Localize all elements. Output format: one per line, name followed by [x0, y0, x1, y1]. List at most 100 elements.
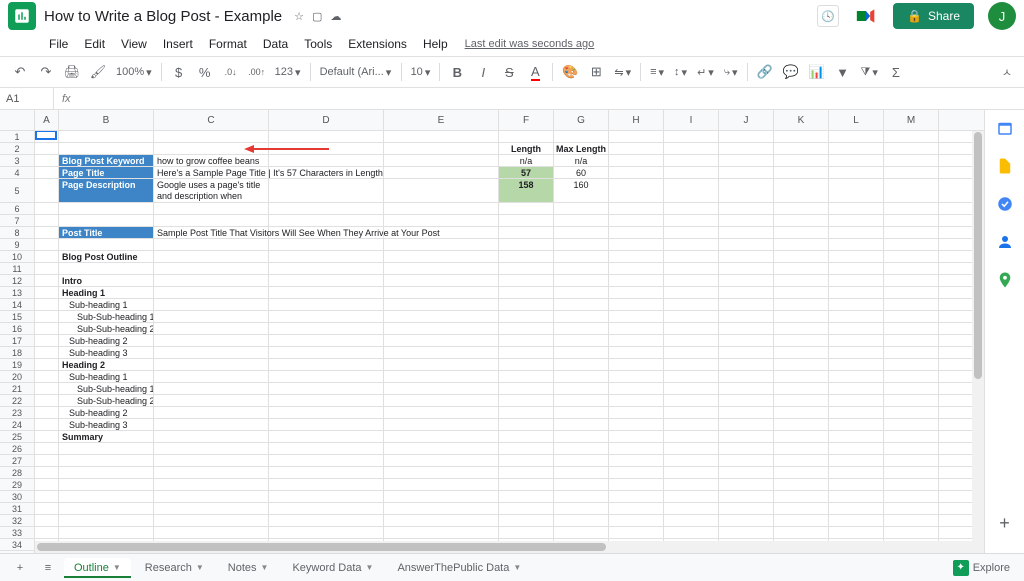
cell-I3[interactable]	[664, 155, 719, 166]
cell-C14[interactable]	[154, 299, 269, 310]
cell-B28[interactable]	[59, 467, 154, 478]
cell-M3[interactable]	[884, 155, 939, 166]
cell-E12[interactable]	[384, 275, 499, 286]
cell-D13[interactable]	[269, 287, 384, 298]
cell-M6[interactable]	[884, 203, 939, 214]
redo-icon[interactable]: ↷	[34, 60, 58, 84]
cell-B29[interactable]	[59, 479, 154, 490]
cell-G22[interactable]	[554, 395, 609, 406]
cell-H20[interactable]	[609, 371, 664, 382]
cell-C10[interactable]	[154, 251, 269, 262]
row-header-28[interactable]: 28	[0, 467, 35, 478]
cell-I17[interactable]	[664, 335, 719, 346]
cell-K5[interactable]	[774, 179, 829, 202]
cell-L19[interactable]	[829, 359, 884, 370]
cell-J14[interactable]	[719, 299, 774, 310]
cell-K13[interactable]	[774, 287, 829, 298]
cell-M32[interactable]	[884, 515, 939, 526]
row-header-11[interactable]: 11	[0, 263, 35, 274]
cell-H24[interactable]	[609, 419, 664, 430]
row-header-15[interactable]: 15	[0, 311, 35, 322]
cell-B24[interactable]: Sub-heading 3	[59, 419, 154, 430]
cell-E14[interactable]	[384, 299, 499, 310]
cell-L17[interactable]	[829, 335, 884, 346]
cell-I23[interactable]	[664, 407, 719, 418]
row-header-3[interactable]: 3	[0, 155, 35, 166]
cell-K2[interactable]	[774, 143, 829, 154]
row-header-26[interactable]: 26	[0, 443, 35, 454]
comment-icon[interactable]: 💬	[779, 60, 803, 84]
cell-J26[interactable]	[719, 443, 774, 454]
cell-L32[interactable]	[829, 515, 884, 526]
cell-B22[interactable]: Sub-Sub-heading 2	[59, 395, 154, 406]
cell-E18[interactable]	[384, 347, 499, 358]
cloud-icon[interactable]: ☁	[330, 10, 341, 23]
doc-title[interactable]: How to Write a Blog Post - Example	[44, 8, 282, 25]
cell-C3[interactable]: how to grow coffee beans	[154, 155, 269, 166]
cell-H19[interactable]	[609, 359, 664, 370]
cell-H31[interactable]	[609, 503, 664, 514]
cell-L23[interactable]	[829, 407, 884, 418]
cell-L25[interactable]	[829, 431, 884, 442]
cell-K25[interactable]	[774, 431, 829, 442]
cell-A5[interactable]	[35, 179, 59, 202]
cell-M15[interactable]	[884, 311, 939, 322]
chart-icon[interactable]: 📊	[805, 60, 829, 84]
row-header-33[interactable]: 33	[0, 527, 35, 538]
cell-A27[interactable]	[35, 455, 59, 466]
cell-G4[interactable]: 60	[554, 167, 609, 178]
cell-K7[interactable]	[774, 215, 829, 226]
cell-K21[interactable]	[774, 383, 829, 394]
cell-D25[interactable]	[269, 431, 384, 442]
cell-H1[interactable]	[609, 131, 664, 142]
cell-I15[interactable]	[664, 311, 719, 322]
cell-D17[interactable]	[269, 335, 384, 346]
cell-C15[interactable]	[154, 311, 269, 322]
cell-K27[interactable]	[774, 455, 829, 466]
cell-M10[interactable]	[884, 251, 939, 262]
cell-G17[interactable]	[554, 335, 609, 346]
cell-A3[interactable]	[35, 155, 59, 166]
cell-E30[interactable]	[384, 491, 499, 502]
cell-I16[interactable]	[664, 323, 719, 334]
tasks-icon[interactable]	[995, 194, 1015, 214]
cell-G33[interactable]	[554, 527, 609, 538]
cell-A14[interactable]	[35, 299, 59, 310]
cell-I28[interactable]	[664, 467, 719, 478]
cell-C28[interactable]	[154, 467, 269, 478]
cell-L16[interactable]	[829, 323, 884, 334]
cell-L21[interactable]	[829, 383, 884, 394]
cell-M26[interactable]	[884, 443, 939, 454]
cell-J21[interactable]	[719, 383, 774, 394]
cell-I5[interactable]	[664, 179, 719, 202]
cell-E9[interactable]	[384, 239, 499, 250]
row-header-6[interactable]: 6	[0, 203, 35, 214]
cell-J25[interactable]	[719, 431, 774, 442]
row-header-32[interactable]: 32	[0, 515, 35, 526]
cell-F17[interactable]	[499, 335, 554, 346]
cell-A29[interactable]	[35, 479, 59, 490]
cell-C23[interactable]	[154, 407, 269, 418]
move-icon[interactable]: ▢	[312, 10, 322, 23]
cell-A16[interactable]	[35, 323, 59, 334]
cell-C13[interactable]	[154, 287, 269, 298]
menu-view[interactable]: View	[114, 35, 154, 53]
cell-I1[interactable]	[664, 131, 719, 142]
cell-E20[interactable]	[384, 371, 499, 382]
cell-A24[interactable]	[35, 419, 59, 430]
cell-F22[interactable]	[499, 395, 554, 406]
cell-C26[interactable]	[154, 443, 269, 454]
cell-E31[interactable]	[384, 503, 499, 514]
font-size-dropdown[interactable]: 10▾	[407, 60, 435, 84]
col-header-A[interactable]: A	[35, 110, 59, 130]
cell-F24[interactable]	[499, 419, 554, 430]
cell-B4[interactable]: Page Title	[59, 167, 154, 178]
cell-D1[interactable]	[269, 131, 384, 142]
cell-F5[interactable]: 158	[499, 179, 554, 202]
cell-J24[interactable]	[719, 419, 774, 430]
cell-G5[interactable]: 160	[554, 179, 609, 202]
merge-icon[interactable]: ⇋▾	[610, 60, 635, 84]
cell-F27[interactable]	[499, 455, 554, 466]
cell-B19[interactable]: Heading 2	[59, 359, 154, 370]
cell-M31[interactable]	[884, 503, 939, 514]
